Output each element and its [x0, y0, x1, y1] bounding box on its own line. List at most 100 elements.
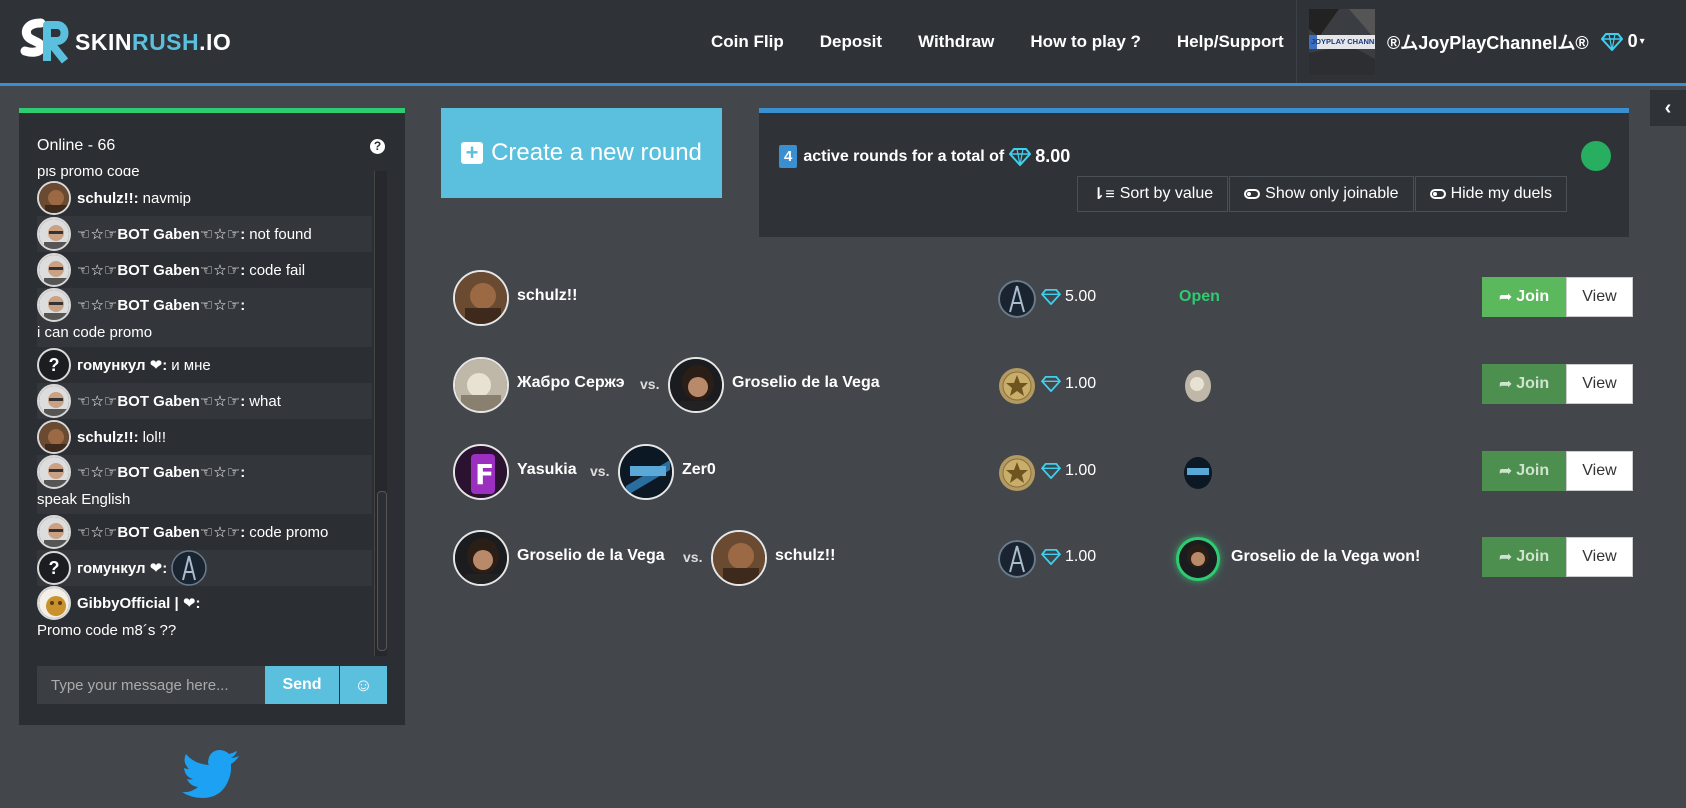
diamond-icon	[1041, 463, 1061, 479]
message-author[interactable]: GibbyOfficial | ❤:	[77, 594, 200, 612]
coinflip-round-row: F Yasukia vs. Zer0 1.00 ➦ Join View	[453, 441, 1633, 501]
chat-scroll-thumb[interactable]	[377, 491, 387, 651]
logo-sr-mark	[19, 17, 71, 67]
message-author[interactable]: гомункул ❤:	[77, 559, 167, 577]
chat-message: schulz!!: lol!!	[37, 419, 372, 455]
help-icon[interactable]: ?	[370, 139, 385, 154]
view-button[interactable]: View	[1566, 537, 1633, 577]
player-name[interactable]: Жабро Сержэ	[517, 374, 625, 392]
counter-terrorist-emblem-icon	[171, 550, 207, 586]
user-avatar[interactable]	[37, 288, 71, 322]
coinflip-round-row: schulz!! 5.00 Open ➦ Join View	[453, 267, 1633, 327]
player-avatar[interactable]	[668, 357, 724, 413]
question-mark-avatar[interactable]: ?	[37, 348, 71, 382]
message-author[interactable]: гомункул ❤:	[77, 356, 167, 374]
message-author[interactable]: ☜☆☞BOT Gaben☜☆☞:	[77, 523, 245, 541]
chevron-left-icon: ‹	[1664, 96, 1672, 119]
player-avatar[interactable]	[453, 270, 509, 326]
message-text: code fail	[249, 261, 306, 279]
chat-panel: Online - 66 ? pls promo code schulz!!: n…	[19, 108, 405, 725]
user-avatar[interactable]	[37, 515, 71, 549]
message-author[interactable]: schulz!!:	[77, 190, 139, 207]
user-avatar[interactable]: JOYPLAY CHANNEL	[1309, 8, 1375, 75]
flipping-coin-avatar	[1179, 367, 1217, 405]
rounds-summary-panel: 4 active rounds for a total of 8.00 ⇂≡ S…	[759, 108, 1629, 237]
join-button[interactable]: ➦ Join	[1482, 537, 1566, 577]
emoji-button[interactable]: ☺	[340, 666, 387, 704]
hide-my-duels-toggle[interactable]: Hide my duels	[1414, 176, 1567, 212]
nav-deposit[interactable]: Deposit	[820, 32, 882, 52]
user-avatar[interactable]	[37, 455, 71, 489]
message-author[interactable]: ☜☆☞BOT Gaben☜☆☞:	[77, 392, 245, 410]
round-value: 1.00	[1041, 375, 1096, 393]
user-avatar[interactable]	[37, 586, 71, 620]
join-button[interactable]: ➦ Join	[1482, 364, 1566, 404]
versus-label: vs.	[640, 376, 660, 392]
player-avatar[interactable]	[453, 357, 509, 413]
sort-label: Sort by value	[1119, 185, 1214, 202]
round-value: 5.00	[1041, 288, 1096, 306]
nav-coin-flip[interactable]: Coin Flip	[711, 32, 784, 52]
message-author[interactable]: ☜☆☞BOT Gaben☜☆☞:	[77, 261, 245, 279]
player-avatar[interactable]	[453, 530, 509, 586]
gold-rank-emblem-icon	[998, 367, 1036, 405]
nav-how-to-play[interactable]: How to play ?	[1030, 32, 1141, 52]
logo-text: SKINRUSH.IO	[75, 28, 232, 55]
diamond-icon	[1041, 289, 1061, 305]
player-name[interactable]: schulz!!	[517, 287, 577, 305]
sort-by-value-button[interactable]: ⇂≡ Sort by value	[1077, 176, 1229, 212]
view-button[interactable]: View	[1566, 364, 1633, 404]
player-name[interactable]: Groselio de la Vega	[732, 374, 880, 392]
player-avatar[interactable]	[711, 530, 767, 586]
balance-display[interactable]: 0 ▾	[1600, 31, 1645, 52]
chat-message: ☜☆☞BOT Gaben☜☆☞: i can code promo	[37, 288, 372, 347]
player-avatar[interactable]: F	[453, 444, 509, 500]
show-only-joinable-toggle[interactable]: Show only joinable	[1229, 176, 1414, 212]
user-avatar[interactable]	[37, 253, 71, 287]
share-arrow-icon: ➦	[1498, 376, 1513, 393]
create-round-button[interactable]: + Create a new round	[441, 108, 722, 198]
join-button[interactable]: ➦ Join	[1482, 451, 1566, 491]
message-author[interactable]: ☜☆☞BOT Gaben☜☆☞:	[77, 463, 245, 481]
player-avatar[interactable]	[618, 444, 674, 500]
connection-status-indicator	[1581, 141, 1611, 171]
coinflip-round-row: Жабро Сержэ vs. Groselio de la Vega 1.00…	[453, 354, 1633, 414]
user-avatar[interactable]	[37, 217, 71, 251]
user-avatar[interactable]	[37, 420, 71, 454]
player-name[interactable]: Zer0	[682, 461, 716, 479]
collapse-sidebar-button[interactable]: ‹	[1650, 90, 1686, 126]
message-text: what	[249, 392, 281, 410]
chat-scrollbar[interactable]	[374, 171, 387, 656]
message-author[interactable]: ☜☆☞BOT Gaben☜☆☞:	[77, 225, 245, 243]
smiley-icon: ☺	[354, 674, 373, 695]
send-button[interactable]: Send	[265, 666, 339, 704]
question-mark-avatar[interactable]: ?	[37, 551, 71, 585]
chat-message-list[interactable]: pls promo code schulz!!: navmip ☜☆☞BOT G…	[37, 168, 372, 654]
toggle-icon	[1429, 189, 1446, 199]
counter-terrorist-emblem-icon	[998, 540, 1036, 578]
view-button[interactable]: View	[1566, 451, 1633, 491]
create-round-label: Create a new round	[491, 139, 702, 166]
message-author[interactable]: ☜☆☞BOT Gaben☜☆☞:	[77, 296, 245, 314]
username[interactable]: ®ムJoyPlayChannelム®	[1387, 29, 1589, 55]
site-logo[interactable]: SKINRUSH.IO	[19, 17, 231, 67]
message-text: navmip	[142, 189, 192, 207]
player-name[interactable]: Groselio de la Vega	[517, 547, 665, 565]
nav-help-support[interactable]: Help/Support	[1177, 32, 1284, 52]
message-author[interactable]: schulz!!:	[77, 429, 139, 446]
round-value-amount: 1.00	[1065, 462, 1097, 479]
user-menu[interactable]: JOYPLAY CHANNEL ®ムJoyPlayChannelム® 0 ▾	[1296, 0, 1645, 83]
winner-avatar[interactable]	[1179, 540, 1217, 578]
user-avatar[interactable]	[37, 384, 71, 418]
chat-message: GibbyOfficial | ❤: Promo code m8´s ??	[37, 586, 372, 645]
view-button[interactable]: View	[1566, 277, 1633, 317]
player-name[interactable]: Yasukia	[517, 461, 577, 479]
join-button[interactable]: ➦ Join	[1482, 277, 1566, 317]
twitter-bird-icon[interactable]	[182, 750, 240, 800]
player-name[interactable]: schulz!!	[775, 547, 835, 565]
chat-message: ☜☆☞BOT Gaben☜☆☞: speak English	[37, 455, 372, 514]
diamond-icon	[1041, 549, 1061, 565]
user-avatar[interactable]	[37, 181, 71, 215]
chat-message-input[interactable]	[37, 666, 265, 704]
nav-withdraw[interactable]: Withdraw	[918, 32, 994, 52]
